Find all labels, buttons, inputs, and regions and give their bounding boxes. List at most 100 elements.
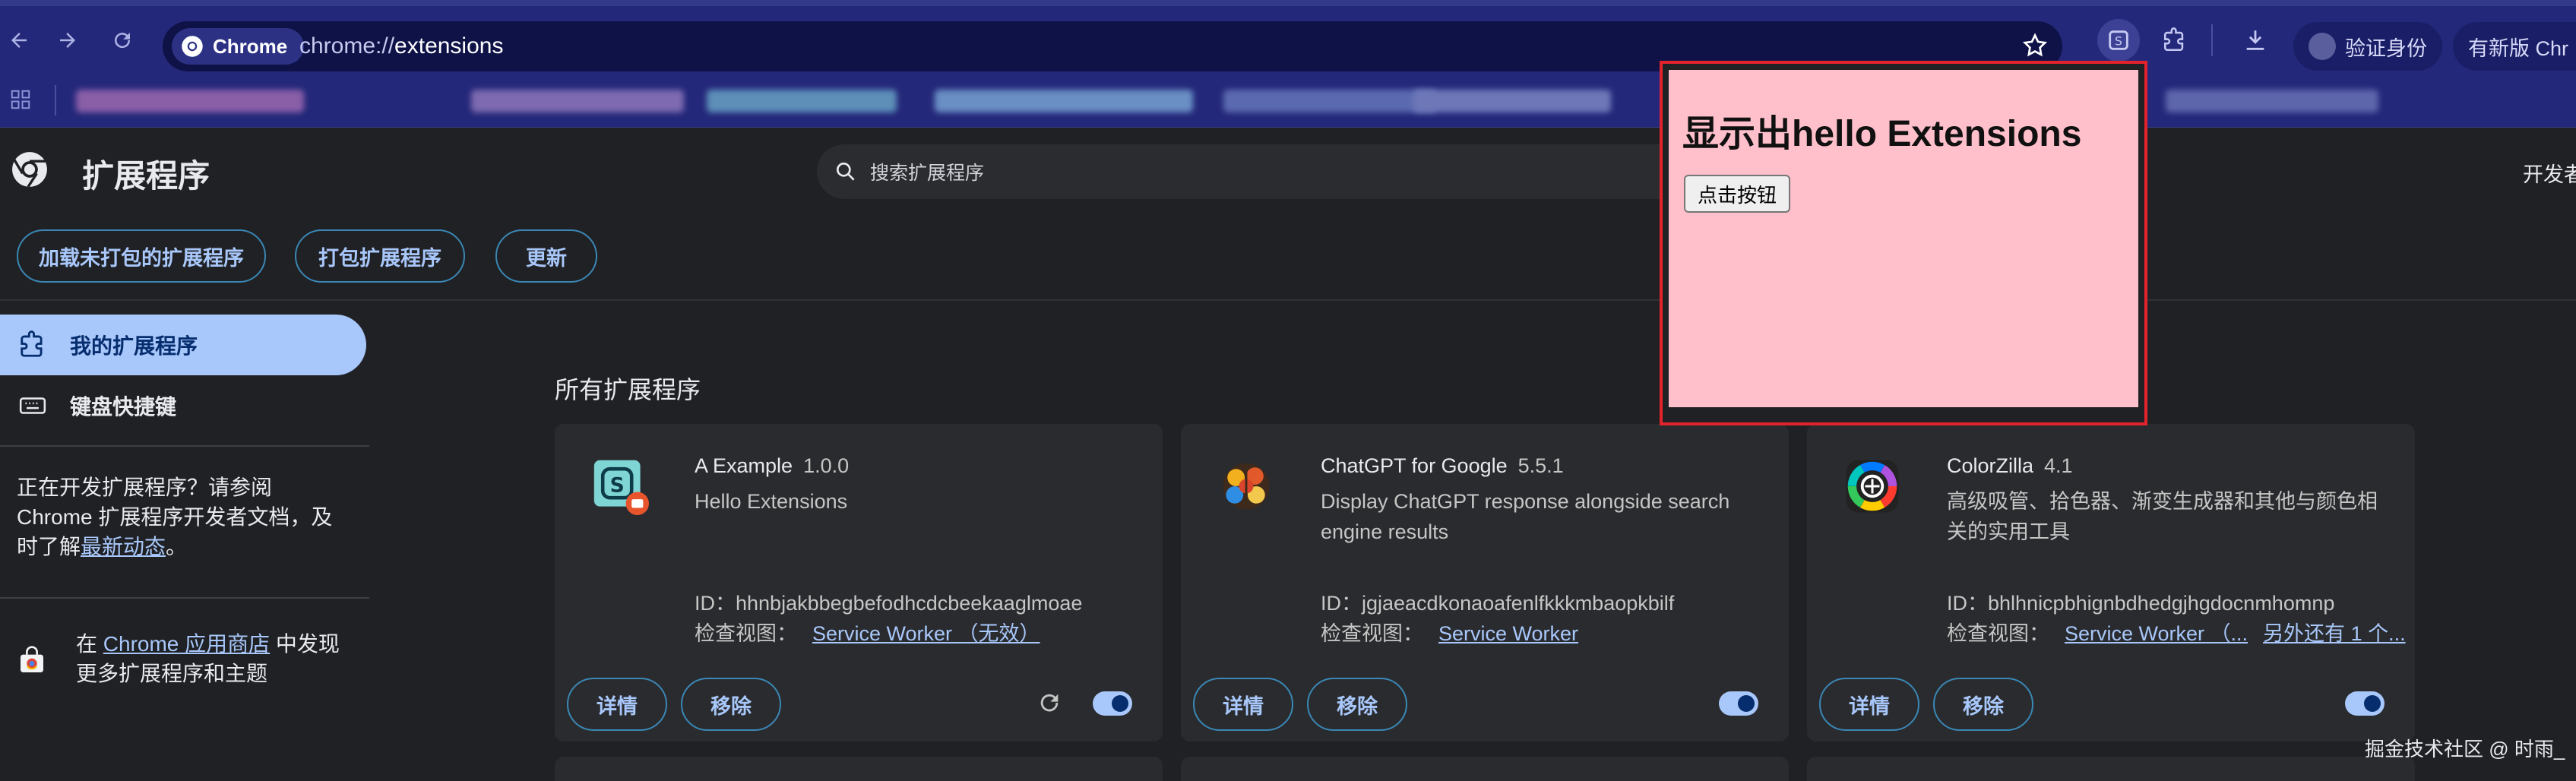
search-input[interactable]: 搜索扩展程序 — [817, 144, 1714, 199]
web-store-text-part: 在 — [76, 632, 103, 656]
bookmark-item[interactable] — [2166, 90, 2378, 112]
extension-id: ID：hhnbjakbbegbefodhcdcbeekaaglmoae — [695, 587, 1082, 616]
web-store-icon — [17, 646, 47, 680]
section-title: 所有扩展程序 — [555, 376, 701, 403]
reload-button[interactable] — [103, 21, 141, 59]
keyboard-icon — [19, 397, 46, 414]
downloads-icon[interactable] — [2234, 19, 2277, 62]
extension-name-text: ChatGPT for Google — [1321, 454, 1508, 477]
enable-toggle[interactable] — [2345, 691, 2385, 716]
reload-extension-icon[interactable] — [1036, 690, 1062, 719]
bookmark-item[interactable] — [471, 90, 684, 112]
details-button[interactable]: 详情 — [567, 678, 667, 731]
enable-toggle[interactable] — [1093, 691, 1132, 716]
forward-button[interactable] — [49, 21, 87, 59]
sidebar-item-my-extensions[interactable]: 我的扩展程序 — [0, 315, 366, 375]
details-button[interactable]: 详情 — [1819, 678, 1919, 731]
bookmark-item[interactable] — [707, 90, 897, 112]
bookmark-star-icon[interactable] — [2021, 32, 2049, 63]
update-chrome-button[interactable]: 有新版 Chr — [2453, 22, 2576, 71]
more-views-link[interactable]: 另外还有 1 个... — [2263, 622, 2406, 645]
extension-id: ID：bhlhnicpbhignbdhedgjhgdocnmhomnp — [1947, 587, 2334, 616]
update-button[interactable]: 更新 — [495, 229, 597, 283]
popup-content: 显示出hello Extensions 点击按钮 — [1669, 70, 2138, 407]
inspect-views: 检查视图： Service Worker （... 另外还有 1 个... — [1947, 617, 2406, 647]
extension-name: ColorZilla 4.1 — [1947, 454, 2073, 478]
search-placeholder: 搜索扩展程序 — [870, 163, 985, 184]
latest-news-link[interactable]: 最新动态 — [81, 535, 166, 558]
popup-click-button[interactable]: 点击按钮 — [1684, 175, 1790, 213]
inspect-label: 检查视图： — [1321, 622, 1423, 645]
id-prefix: ID： — [1947, 592, 1988, 615]
bookmark-item[interactable] — [76, 90, 304, 112]
verify-identity-button[interactable]: 验证身份 — [2293, 22, 2442, 71]
service-worker-link[interactable]: Service Worker （无效） — [812, 622, 1040, 645]
pack-extension-button[interactable]: 打包扩展程序 — [295, 229, 465, 283]
extension-card: ChatGPT for Google 5.5.1 Display ChatGPT … — [1181, 424, 1789, 741]
sidebar-item-keyboard-shortcuts[interactable]: 键盘快捷键 — [0, 375, 366, 436]
chrome-page-chip[interactable]: Chrome — [172, 28, 305, 65]
enable-toggle[interactable] — [1719, 691, 1758, 716]
inspect-label: 检查视图： — [1947, 622, 2049, 645]
search-icon — [837, 163, 855, 181]
inspect-label: 检查视图： — [695, 622, 797, 645]
reload-icon — [115, 33, 131, 49]
svg-text:S: S — [610, 474, 625, 498]
bookmark-item[interactable] — [1413, 90, 1611, 112]
popup-heading: 显示出hello Extensions — [1682, 114, 2082, 154]
remove-button[interactable]: 移除 — [681, 678, 781, 731]
arrow-right-icon — [60, 33, 75, 48]
apps-grid-icon[interactable] — [9, 88, 32, 115]
svg-text:S: S — [2115, 34, 2122, 48]
id-value: jgjaeacdkonaoafenlfkkkmbaopkbilf — [1362, 592, 1675, 615]
bookmark-item[interactable] — [935, 90, 1193, 112]
bookmarks-bar — [0, 74, 2576, 128]
extension-version: 1.0.0 — [803, 454, 850, 477]
extension-popup: 显示出hello Extensions 点击按钮 — [1660, 61, 2147, 425]
extension-description: 高级吸管、拾色器、渐变生成器和其他与颜色相关的实用工具 — [1947, 490, 2378, 543]
extension-card: S A Example 1.0.0 Hello Extensions ID：hhn… — [555, 424, 1163, 741]
page-title: 扩展程序 — [82, 158, 210, 194]
developer-mode-label[interactable]: 开发者 — [2523, 158, 2576, 188]
back-button[interactable] — [0, 21, 38, 59]
extension-card-partial — [1181, 757, 1789, 781]
details-button[interactable]: 详情 — [1193, 678, 1293, 731]
extension-card-partial — [1807, 757, 2415, 781]
sidebar-item-label: 我的扩展程序 — [70, 334, 198, 358]
extension-name-text: A Example — [695, 454, 793, 477]
extension-id: ID：jgjaeacdkonaoafenlfkkkmbaopkbilf — [1321, 587, 1674, 616]
chrome-logo-icon — [182, 36, 203, 57]
url-text: chrome://extensions — [299, 33, 503, 59]
url-path: extensions — [394, 33, 504, 58]
arrow-left-icon — [11, 33, 27, 48]
service-worker-link[interactable]: Service Worker — [1438, 622, 1578, 645]
chrome-web-store-link[interactable]: Chrome 应用商店 — [103, 632, 270, 656]
header-divider — [0, 299, 2576, 301]
service-worker-link[interactable]: Service Worker （... — [2065, 622, 2248, 645]
developer-docs-text: 正在开发扩展程序？请参阅 Chrome 扩展程序开发者文档，及时了解最新动态。 — [17, 473, 351, 561]
bookmark-item[interactable] — [1223, 90, 1436, 112]
puzzle-icon — [21, 330, 43, 357]
id-prefix: ID： — [1321, 592, 1362, 615]
extension-name-text: ColorZilla — [1947, 454, 2034, 477]
load-unpacked-button[interactable]: 加载未打包的扩展程序 — [17, 229, 266, 283]
sidebar-divider — [0, 445, 369, 447]
chrome-logo-icon — [11, 150, 49, 192]
sidebar-divider — [0, 597, 369, 599]
extension-version: 4.1 — [2044, 454, 2073, 477]
remove-button[interactable]: 移除 — [1933, 678, 2033, 731]
sidebar-item-label: 键盘快捷键 — [70, 395, 177, 419]
extensions-puzzle-icon[interactable] — [2154, 19, 2196, 62]
toolbar-divider — [2211, 24, 2213, 56]
active-extension-icon[interactable]: S — [2097, 19, 2140, 62]
id-prefix: ID： — [695, 592, 736, 615]
id-value: hhnbjakbbegbefodhcdcbeekaaglmoae — [736, 592, 1083, 615]
extension-name: A Example 1.0.0 — [695, 454, 849, 478]
remove-button[interactable]: 移除 — [1307, 678, 1407, 731]
bookmarks-divider — [55, 85, 56, 115]
verify-identity-label: 验证身份 — [2345, 36, 2427, 60]
extension-card: ColorZilla 4.1 高级吸管、拾色器、渐变生成器和其他与颜色相关的实用工… — [1807, 424, 2415, 741]
extension-description: Display ChatGPT response alongside searc… — [1321, 490, 1730, 543]
watermark: 掘金技术社区 @ 时雨_ — [2365, 738, 2565, 760]
window-top-band — [0, 0, 2576, 6]
